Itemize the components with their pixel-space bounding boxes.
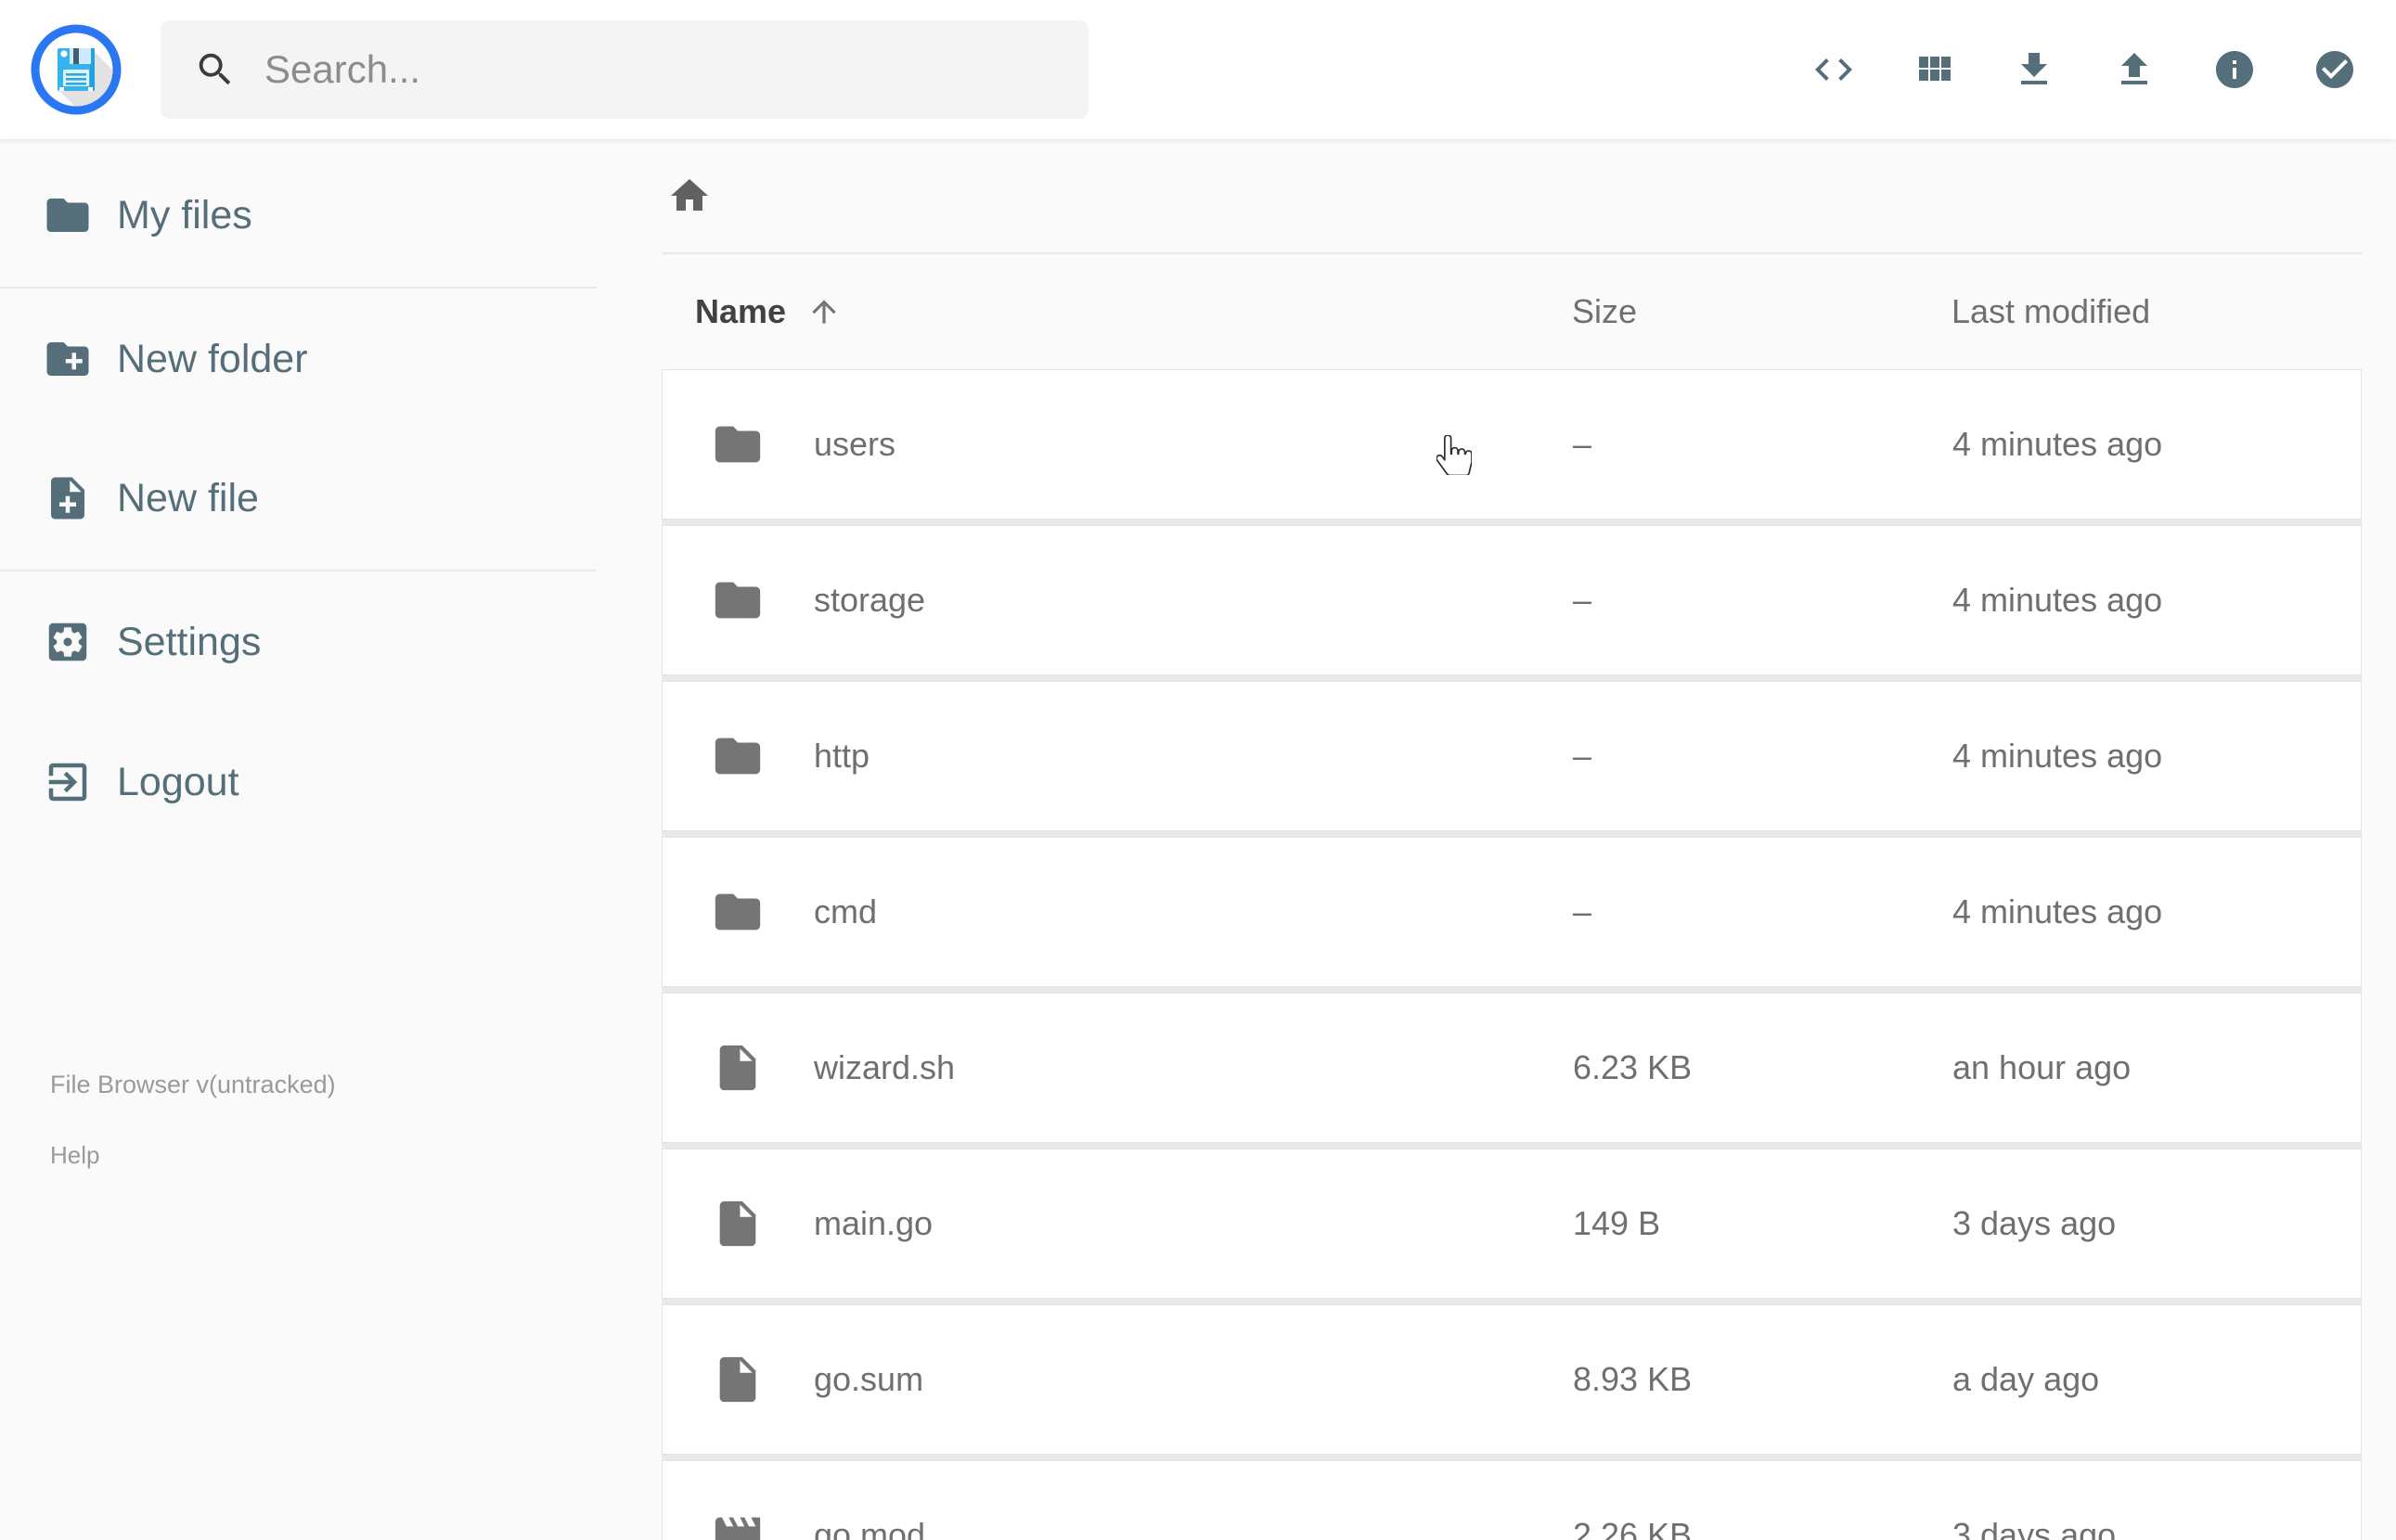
file-name: main.go: [814, 1204, 934, 1242]
sidebar-item-my-files[interactable]: My files: [0, 171, 596, 260]
file-icon: [711, 1353, 814, 1406]
file-row-main-go[interactable]: main.go 149 B 3 days ago: [662, 1149, 2362, 1299]
sidebar-item-logout[interactable]: Logout: [0, 738, 596, 827]
shell-toggle-button[interactable]: [1811, 46, 1858, 93]
check-circle-icon: [2312, 47, 2357, 92]
sidebar-item-label: My files: [117, 192, 252, 237]
grid-view-icon: [1912, 47, 1956, 92]
info-icon: [2212, 47, 2257, 92]
column-header-size[interactable]: Size: [1572, 292, 1637, 331]
file-modified: an hour ago: [1952, 1048, 2132, 1086]
file-name: wizard.sh: [814, 1048, 956, 1086]
listing-column-headers: Name Size Last modified: [662, 254, 2362, 369]
view-mode-button[interactable]: [1912, 46, 1958, 93]
file-size: 6.23 KB: [1573, 1048, 1693, 1086]
floppy-disk-logo-icon: [31, 24, 122, 115]
file-row-wizard-sh[interactable]: wizard.sh 6.23 KB an hour ago: [662, 993, 2362, 1143]
file-name: users: [814, 425, 896, 463]
file-size: 8.93 KB: [1573, 1360, 1693, 1398]
home-button[interactable]: [667, 173, 712, 218]
file-modified: 3 days ago: [1952, 1204, 2117, 1242]
help-link[interactable]: Help: [50, 1138, 99, 1172]
search-icon: [194, 48, 237, 91]
file-name: cmd: [814, 892, 878, 930]
file-list: users – 4 minutes ago storage – 4 minute…: [662, 369, 2362, 1540]
sidebar-item-new-folder[interactable]: New folder: [0, 314, 596, 404]
file-modified: 3 days ago: [1952, 1516, 2117, 1540]
select-multiple-button[interactable]: [2312, 46, 2359, 93]
sidebar-divider: [0, 287, 596, 289]
file-row-http[interactable]: http – 4 minutes ago: [662, 681, 2362, 831]
sidebar-item-settings[interactable]: Settings: [0, 597, 596, 687]
app-version: File Browser v(untracked): [50, 1071, 336, 1098]
file-row-go-sum[interactable]: go.sum 8.93 KB a day ago: [662, 1304, 2362, 1455]
file-icon: [711, 1197, 814, 1251]
download-icon: [2012, 47, 2056, 92]
sidebar-item-label: New folder: [117, 336, 308, 381]
sidebar-item-label: Logout: [117, 759, 239, 804]
file-name: http: [814, 737, 870, 775]
file-size: 149 B: [1573, 1204, 1661, 1242]
file-modified: 4 minutes ago: [1952, 425, 2163, 463]
sidebar-item-label: New file: [117, 475, 259, 520]
file-modified: a day ago: [1952, 1360, 2100, 1398]
breadcrumb: [662, 139, 2362, 254]
movie-icon: [711, 1508, 814, 1540]
arrow-up-icon: [806, 294, 842, 329]
file-icon: [711, 1041, 814, 1095]
file-listing: Name Size Last modified users – 4 minute…: [596, 139, 2396, 1540]
note-add-icon: [43, 473, 93, 523]
folder-icon: [711, 885, 814, 939]
header-toolbar: [1811, 46, 2359, 93]
file-size: –: [1573, 892, 1592, 930]
column-header-modified[interactable]: Last modified: [1952, 292, 2150, 331]
app-logo[interactable]: [30, 23, 122, 116]
logout-icon: [43, 757, 93, 807]
folder-icon: [711, 729, 814, 783]
file-row-go-mod[interactable]: go.mod 2.26 KB 3 days ago: [662, 1460, 2362, 1540]
sidebar-item-new-file[interactable]: New file: [0, 454, 596, 543]
create-new-folder-icon: [43, 334, 93, 384]
sidebar-divider: [0, 570, 596, 571]
file-name: go.mod: [814, 1516, 926, 1540]
file-size: –: [1573, 425, 1592, 463]
column-header-name[interactable]: Name: [695, 292, 842, 331]
file-modified: 4 minutes ago: [1952, 892, 2163, 930]
sidebar-footer: File Browser v(untracked) Help: [0, 1068, 596, 1172]
file-name: go.sum: [814, 1360, 924, 1398]
file-row-users[interactable]: users – 4 minutes ago: [662, 369, 2362, 520]
file-row-storage[interactable]: storage – 4 minutes ago: [662, 525, 2362, 675]
home-icon: [667, 173, 712, 218]
filebrowser-app: My files New folder New file Settings Lo…: [0, 0, 2396, 1540]
folder-icon: [43, 190, 93, 240]
sidebar-item-label: Settings: [117, 619, 262, 664]
search-bar[interactable]: [161, 20, 1089, 119]
download-button[interactable]: [2012, 46, 2058, 93]
search-input[interactable]: [263, 46, 1027, 93]
header: [0, 0, 2396, 139]
sidebar: My files New folder New file Settings Lo…: [0, 139, 596, 1540]
folder-icon: [711, 573, 814, 627]
folder-icon: [711, 417, 814, 471]
file-name: storage: [814, 581, 926, 619]
file-row-cmd[interactable]: cmd – 4 minutes ago: [662, 837, 2362, 987]
file-size: 2.26 KB: [1573, 1516, 1693, 1540]
file-size: –: [1573, 581, 1592, 619]
upload-icon: [2112, 47, 2157, 92]
file-size: –: [1573, 737, 1592, 775]
code-icon: [1811, 47, 1856, 92]
settings-icon: [43, 617, 93, 667]
upload-button[interactable]: [2112, 46, 2158, 93]
file-modified: 4 minutes ago: [1952, 737, 2163, 775]
info-button[interactable]: [2212, 46, 2259, 93]
file-modified: 4 minutes ago: [1952, 581, 2163, 619]
